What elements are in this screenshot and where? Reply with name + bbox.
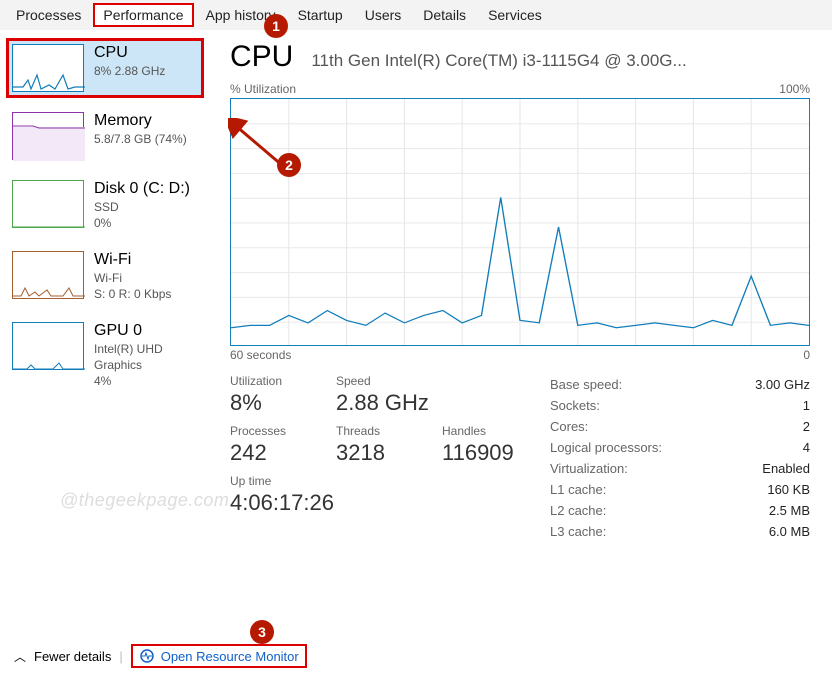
l3-label: L3 cache:	[550, 524, 606, 539]
sidebar-item-gpu[interactable]: GPU 0 Intel(R) UHD Graphics 4%	[6, 316, 204, 395]
chart-top-labels: % Utilization 100%	[230, 82, 810, 96]
sidebar-memory-text: Memory 5.8/7.8 GB (74%)	[94, 112, 187, 148]
stats-right: Base speed: 3.00 GHz Sockets: 1 Cores: 2 Lo…	[550, 374, 810, 542]
utilization-label: Utilization	[230, 374, 308, 388]
virtualization-label: Virtualization:	[550, 461, 628, 476]
fewer-details-link[interactable]: Fewer details	[34, 649, 111, 664]
sockets-label: Sockets:	[550, 398, 600, 413]
chart-label-60s: 60 seconds	[230, 348, 291, 362]
chevron-up-icon[interactable]: ︿	[14, 648, 26, 665]
annotation-badge-2: 2	[277, 153, 301, 177]
sidebar-gpu-sub1: Intel(R) UHD Graphics	[94, 342, 198, 373]
annotation-badge-1: 1	[264, 14, 288, 38]
threads-value: 3218	[336, 440, 414, 466]
tab-bar: Processes Performance App history Startu…	[0, 0, 832, 30]
utilization-value: 8%	[230, 390, 308, 416]
sidebar-wifi-sub2: S: 0 R: 0 Kbps	[94, 287, 171, 303]
sidebar-cpu-text: CPU 8% 2.88 GHz	[94, 44, 165, 80]
sidebar-cpu-sub: 8% 2.88 GHz	[94, 64, 165, 80]
chart-label-util: % Utilization	[230, 82, 296, 96]
tab-startup[interactable]: Startup	[288, 3, 353, 27]
sidebar-gpu-text: GPU 0 Intel(R) UHD Graphics 4%	[94, 322, 198, 389]
sidebar-gpu-sub2: 4%	[94, 374, 198, 390]
sidebar-disk-sub1: SSD	[94, 200, 190, 216]
speed-label: Speed	[336, 374, 496, 388]
sidebar-memory-sub: 5.8/7.8 GB (74%)	[94, 132, 187, 148]
chart-label-max: 100%	[779, 82, 810, 96]
chart-label-0: 0	[803, 348, 810, 362]
uptime-label: Up time	[230, 474, 390, 488]
threads-label: Threads	[336, 424, 414, 438]
resource-monitor-icon	[139, 648, 155, 664]
sidebar-wifi-sub1: Wi-Fi	[94, 271, 171, 287]
chart-bottom-labels: 60 seconds 0	[230, 348, 810, 362]
detail-title: CPU	[230, 40, 293, 74]
l2-value: 2.5 MB	[769, 503, 810, 518]
stats-left: Utilization 8% Speed 2.88 GHz Processes …	[230, 374, 520, 542]
logical-value: 4	[803, 440, 810, 455]
uptime-value: 4:06:17:26	[230, 490, 390, 516]
sidebar-item-cpu[interactable]: CPU 8% 2.88 GHz	[6, 38, 204, 98]
l1-label: L1 cache:	[550, 482, 606, 497]
sidebar-memory-title: Memory	[94, 112, 187, 130]
memory-thumbnail	[12, 112, 84, 160]
tab-processes[interactable]: Processes	[6, 3, 91, 27]
base-speed-value: 3.00 GHz	[755, 377, 810, 392]
tab-performance[interactable]: Performance	[93, 3, 193, 27]
cores-label: Cores:	[550, 419, 588, 434]
sidebar-wifi-title: Wi-Fi	[94, 251, 171, 269]
detail-pane: CPU 11th Gen Intel(R) Core(TM) i3-1115G4…	[212, 30, 832, 620]
sockets-value: 1	[803, 398, 810, 413]
speed-value: 2.88 GHz	[336, 390, 496, 416]
sidebar-item-wifi[interactable]: Wi-Fi Wi-Fi S: 0 R: 0 Kbps	[6, 245, 204, 308]
wifi-thumbnail	[12, 251, 84, 299]
sidebar-disk-text: Disk 0 (C: D:) SSD 0%	[94, 180, 190, 231]
handles-label: Handles	[442, 424, 520, 438]
tab-services[interactable]: Services	[478, 3, 552, 27]
sidebar: CPU 8% 2.88 GHz Memory 5.8/7.8 GB (74%)	[0, 30, 212, 620]
footer: ︿ Fewer details | Open Resource Monitor	[14, 644, 307, 668]
main-content: CPU 8% 2.88 GHz Memory 5.8/7.8 GB (74%)	[0, 30, 832, 620]
sidebar-cpu-title: CPU	[94, 44, 165, 62]
footer-divider: |	[119, 649, 122, 664]
l1-value: 160 KB	[767, 482, 810, 497]
l2-label: L2 cache:	[550, 503, 606, 518]
base-speed-label: Base speed:	[550, 377, 622, 392]
watermark: @thegeekpage.com	[60, 490, 229, 511]
sidebar-gpu-title: GPU 0	[94, 322, 198, 340]
logical-label: Logical processors:	[550, 440, 662, 455]
annotation-badge-3: 3	[250, 620, 274, 644]
processes-value: 242	[230, 440, 308, 466]
cpu-utilization-chart	[230, 98, 810, 346]
cores-value: 2	[803, 419, 810, 434]
open-resource-monitor-link[interactable]: Open Resource Monitor	[131, 644, 307, 668]
processes-label: Processes	[230, 424, 308, 438]
sidebar-item-disk[interactable]: Disk 0 (C: D:) SSD 0%	[6, 174, 204, 237]
cpu-thumbnail	[12, 44, 84, 92]
virtualization-value: Enabled	[762, 461, 810, 476]
sidebar-wifi-text: Wi-Fi Wi-Fi S: 0 R: 0 Kbps	[94, 251, 171, 302]
tab-details[interactable]: Details	[413, 3, 476, 27]
detail-header: CPU 11th Gen Intel(R) Core(TM) i3-1115G4…	[230, 40, 810, 74]
l3-value: 6.0 MB	[769, 524, 810, 539]
sidebar-item-memory[interactable]: Memory 5.8/7.8 GB (74%)	[6, 106, 204, 166]
stats-area: Utilization 8% Speed 2.88 GHz Processes …	[230, 374, 810, 542]
sidebar-disk-sub2: 0%	[94, 216, 190, 232]
processor-name: 11th Gen Intel(R) Core(TM) i3-1115G4 @ 3…	[311, 51, 810, 71]
gpu-thumbnail	[12, 322, 84, 370]
tab-users[interactable]: Users	[355, 3, 412, 27]
handles-value: 116909	[442, 440, 520, 466]
open-resource-monitor-label: Open Resource Monitor	[161, 649, 299, 664]
sidebar-disk-title: Disk 0 (C: D:)	[94, 180, 190, 198]
disk-thumbnail	[12, 180, 84, 228]
